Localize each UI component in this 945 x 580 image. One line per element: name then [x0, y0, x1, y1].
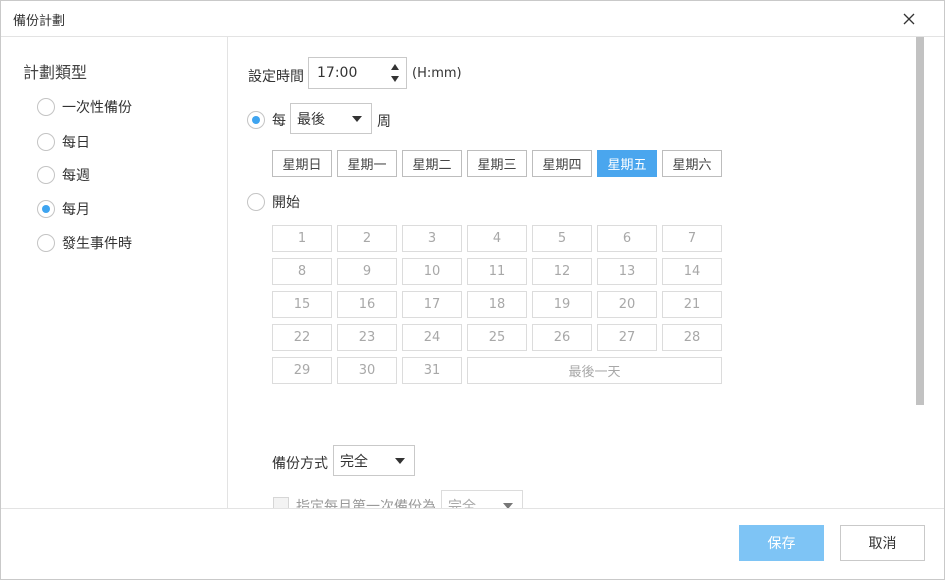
dialog-footer: 保存 取消	[1, 508, 944, 579]
day-button[interactable]: 7	[662, 225, 722, 252]
day-button[interactable]: 23	[337, 324, 397, 351]
day-button[interactable]: 12	[532, 258, 592, 285]
day-button[interactable]: 27	[597, 324, 657, 351]
day-button[interactable]: 29	[272, 357, 332, 384]
day-button[interactable]: 13	[597, 258, 657, 285]
weekday-saturday-button[interactable]: 星期六	[662, 150, 722, 177]
time-input[interactable]: 17:00	[308, 57, 407, 89]
save-button[interactable]: 保存	[739, 525, 824, 561]
chevron-down-icon	[395, 458, 405, 464]
last-day-button[interactable]: 最後一天	[467, 357, 722, 384]
plan-type-weekly[interactable]: 每週	[37, 165, 90, 185]
radio-daily[interactable]	[37, 133, 55, 151]
plan-type-weekly-label: 每週	[62, 168, 90, 184]
day-button[interactable]: 19	[532, 291, 592, 318]
plan-type-once-label: 一次性備份	[62, 100, 132, 116]
close-button[interactable]	[897, 7, 921, 31]
week-label: 周	[377, 114, 391, 130]
plan-type-event-label: 發生事件時	[62, 236, 132, 252]
day-button[interactable]: 21	[662, 291, 722, 318]
day-button[interactable]: 10	[402, 258, 462, 285]
day-button[interactable]: 11	[467, 258, 527, 285]
time-label: 設定時間	[248, 69, 304, 85]
plan-type-daily-label: 每日	[62, 135, 90, 151]
day-button[interactable]: 26	[532, 324, 592, 351]
plan-type-event[interactable]: 發生事件時	[37, 233, 132, 253]
time-format-hint: (H:mm)	[412, 66, 462, 81]
backup-method-label: 備份方式	[272, 456, 328, 472]
time-value: 17:00	[317, 65, 358, 81]
backup-method-select[interactable]: 完全	[333, 445, 415, 476]
weekday-monday-button[interactable]: 星期一	[337, 150, 397, 177]
day-button[interactable]: 1	[272, 225, 332, 252]
radio-start-day[interactable]	[247, 193, 265, 211]
day-button[interactable]: 25	[467, 324, 527, 351]
week-ordinal-value: 最後	[297, 111, 325, 128]
radio-monthly[interactable]	[37, 200, 55, 218]
day-button[interactable]: 8	[272, 258, 332, 285]
backup-plan-dialog: 備份計劃 計劃類型 一次性備份 每日 每週 每月 發生事件時 設定時間 17:0…	[0, 0, 945, 580]
day-button[interactable]: 17	[402, 291, 462, 318]
radio-weekly[interactable]	[37, 166, 55, 184]
spin-up-icon[interactable]	[391, 64, 399, 70]
day-button[interactable]: 24	[402, 324, 462, 351]
vertical-scrollbar[interactable]	[912, 37, 924, 508]
day-button[interactable]: 5	[532, 225, 592, 252]
weekday-friday-button[interactable]: 星期五	[597, 150, 657, 177]
chevron-down-icon	[352, 116, 362, 122]
day-button[interactable]: 2	[337, 225, 397, 252]
plan-type-monthly[interactable]: 每月	[37, 199, 90, 219]
radio-once[interactable]	[37, 98, 55, 116]
day-button[interactable]: 31	[402, 357, 462, 384]
title-bar: 備份計劃	[1, 1, 944, 37]
first-backup-value: 完全	[448, 498, 476, 509]
start-day-option[interactable]: 開始	[247, 192, 300, 212]
day-button[interactable]: 30	[337, 357, 397, 384]
start-label: 開始	[272, 195, 300, 211]
first-backup-label: 指定每月第一次備份為	[296, 499, 436, 508]
schedule-panel: 設定時間 17:00 (H:mm) 每 最後 周 星期日 星期一 星期二 星期三…	[229, 37, 929, 508]
close-icon	[903, 13, 915, 25]
week-ordinal-select[interactable]: 最後	[290, 103, 372, 134]
time-spinner[interactable]	[390, 64, 400, 82]
weekday-thursday-button[interactable]: 星期四	[532, 150, 592, 177]
dialog-title: 備份計劃	[13, 14, 66, 29]
radio-every-week[interactable]	[247, 111, 265, 129]
scrollbar-thumb[interactable]	[916, 37, 924, 405]
day-button[interactable]: 20	[597, 291, 657, 318]
day-button[interactable]: 22	[272, 324, 332, 351]
day-button[interactable]: 15	[272, 291, 332, 318]
weekday-sunday-button[interactable]: 星期日	[272, 150, 332, 177]
plan-type-daily[interactable]: 每日	[37, 132, 90, 152]
day-button[interactable]: 4	[467, 225, 527, 252]
day-button[interactable]: 6	[597, 225, 657, 252]
weekday-tuesday-button[interactable]: 星期二	[402, 150, 462, 177]
first-backup-select[interactable]: 完全	[441, 490, 523, 508]
spin-down-icon[interactable]	[391, 76, 399, 82]
day-button[interactable]: 18	[467, 291, 527, 318]
plan-type-heading: 計劃類型	[23, 63, 88, 82]
radio-event[interactable]	[37, 234, 55, 252]
weekday-wednesday-button[interactable]: 星期三	[467, 150, 527, 177]
day-button[interactable]: 3	[402, 225, 462, 252]
day-button[interactable]: 28	[662, 324, 722, 351]
day-button[interactable]: 9	[337, 258, 397, 285]
every-week-option[interactable]: 每	[247, 110, 286, 130]
cancel-button[interactable]: 取消	[840, 525, 925, 561]
backup-method-value: 完全	[340, 453, 368, 470]
every-label: 每	[272, 113, 286, 129]
plan-type-once[interactable]: 一次性備份	[37, 97, 132, 117]
plan-type-panel: 計劃類型 一次性備份 每日 每週 每月 發生事件時	[1, 37, 228, 508]
plan-type-monthly-label: 每月	[62, 202, 90, 218]
first-backup-checkbox[interactable]	[273, 497, 289, 508]
day-button[interactable]: 14	[662, 258, 722, 285]
day-button[interactable]: 16	[337, 291, 397, 318]
